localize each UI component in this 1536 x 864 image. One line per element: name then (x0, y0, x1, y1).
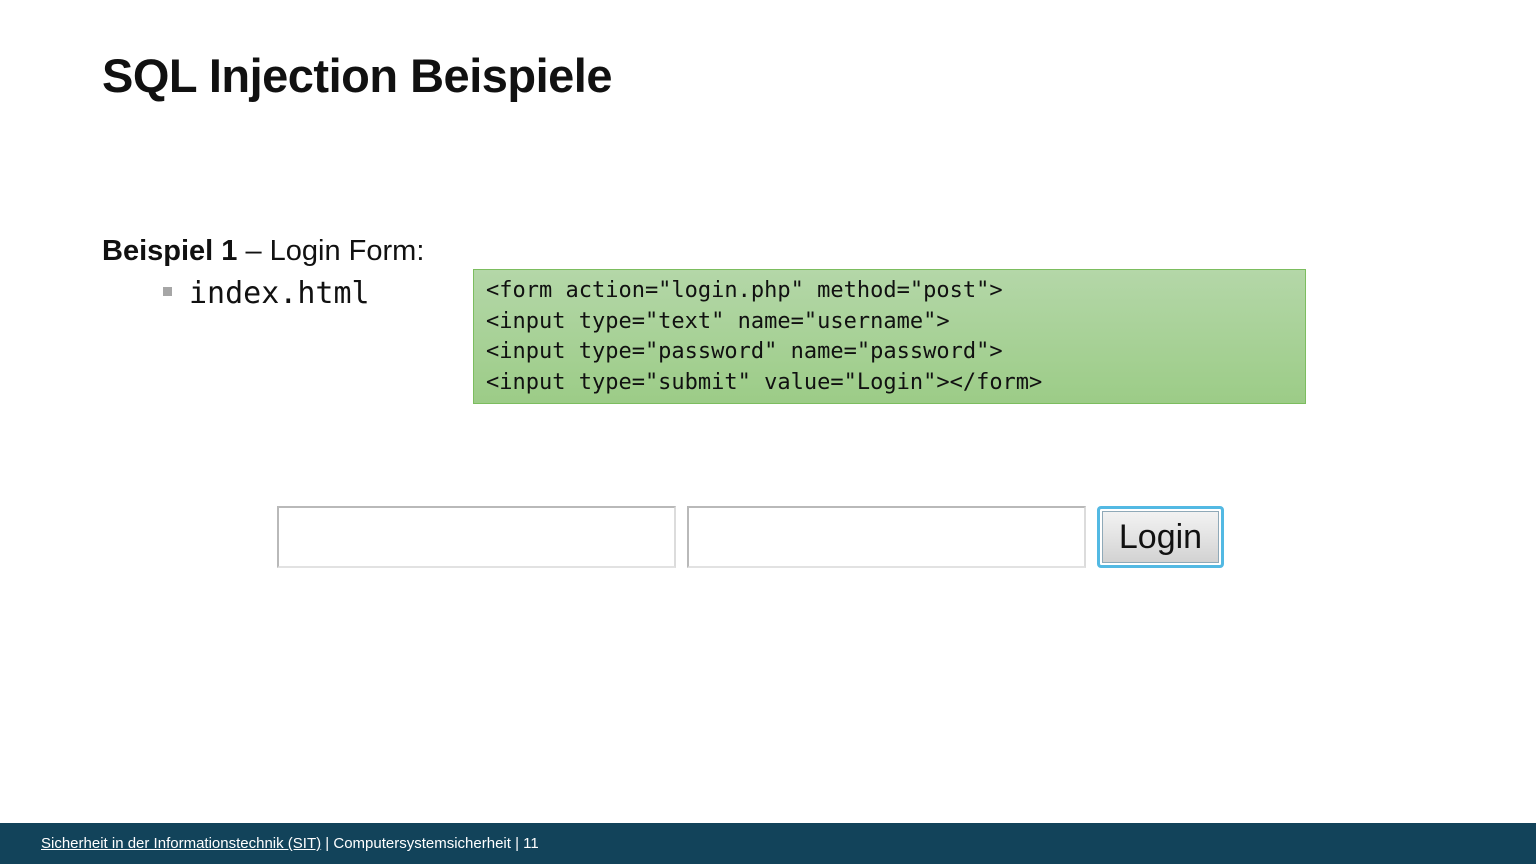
password-input[interactable] (687, 506, 1086, 568)
square-bullet-icon (163, 287, 172, 296)
code-line: <input type="submit" value="Login"></for… (486, 369, 1043, 395)
footer-separator: | (321, 835, 334, 852)
code-line: <input type="text" name="username"> (486, 308, 950, 334)
example-description: – Login Form: (237, 235, 425, 267)
bullet-item-filename: index.html (189, 276, 370, 311)
footer-link-sit[interactable]: Sicherheit in der Informationstechnik (S… (41, 835, 321, 852)
login-button[interactable]: Login (1097, 506, 1224, 568)
example-label: Beispiel 1 (102, 235, 238, 267)
code-snippet-box: <form action="login.php" method="post"> … (473, 269, 1306, 404)
footer-page-number: 11 (523, 835, 539, 852)
example-heading: Beispiel 1 – Login Form: (102, 234, 424, 268)
code-line: <input type="password" name="password"> (486, 339, 1003, 364)
slide-title: SQL Injection Beispiele (102, 49, 613, 102)
code-line: <form action="login.php" method="post"> (486, 278, 1003, 303)
footer-separator: | (510, 835, 524, 852)
username-input[interactable] (277, 506, 676, 568)
footer-bar: Sicherheit in der Informationstechnik (S… (0, 823, 1536, 864)
footer-course-name: Computersystemsicherheit (333, 835, 511, 852)
